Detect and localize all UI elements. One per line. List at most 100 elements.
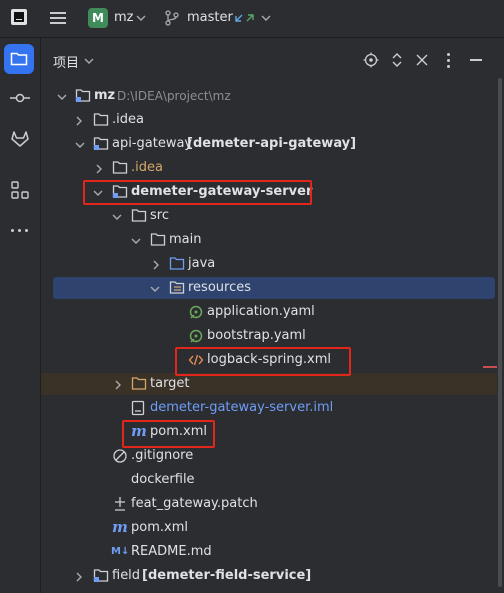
spring-leaf-icon (189, 305, 203, 319)
tree-label: java (188, 256, 216, 271)
folder-icon (112, 161, 128, 174)
tree-row-iml[interactable]: demeter-gateway-server.iml (41, 396, 504, 420)
chevron-right-icon[interactable] (114, 380, 122, 390)
project-badge: M (88, 8, 108, 28)
tree-label: application.yaml (207, 304, 315, 319)
maven-icon: m (112, 518, 128, 536)
module-folder-icon (93, 569, 109, 582)
branch-name: master (187, 10, 233, 25)
tree-label: .gitignore (131, 448, 194, 463)
chevron-down-icon[interactable] (75, 141, 85, 149)
tree-module-name: [demeter-api-gateway] (187, 136, 357, 151)
folder-icon (150, 233, 166, 246)
options-icon[interactable] (447, 53, 451, 69)
branch-switcher[interactable]: master (165, 7, 275, 29)
annotation-box-gateway-server (83, 180, 312, 205)
excluded-folder-icon (131, 377, 147, 390)
tree-row-root-pom[interactable]: m pom.xml (41, 516, 504, 540)
resources-folder-icon (169, 281, 185, 294)
tree-label: resources (188, 280, 252, 295)
annotation-box-logback (175, 347, 351, 376)
markdown-icon: M↓ (111, 546, 130, 557)
source-folder-icon (169, 257, 185, 270)
tree-row-field[interactable]: field [demeter-field-service] (41, 564, 504, 588)
gitlab-icon[interactable] (10, 130, 30, 148)
tree-label: field (112, 568, 141, 583)
tree-row-idea-nested[interactable]: .idea (41, 156, 504, 180)
tree-label: target (150, 376, 190, 391)
folder-icon (93, 113, 109, 126)
incoming-changes-icon (235, 14, 243, 22)
tree-row-gitignore[interactable]: .gitignore (41, 444, 504, 468)
chevron-down-icon (261, 15, 271, 21)
tree-row-application-yaml[interactable]: application.yaml (41, 300, 504, 324)
tree-label: demeter-gateway-server.iml (150, 400, 334, 415)
tree-label: src (150, 208, 169, 223)
folder-icon (131, 209, 147, 222)
intellij-logo-icon[interactable] (11, 9, 27, 25)
tree-row-idea[interactable]: .idea (41, 108, 504, 132)
spring-leaf-icon (189, 329, 203, 343)
tree-row-patch[interactable]: feat_gateway.patch (41, 492, 504, 516)
tree-row-src[interactable]: src (41, 204, 504, 228)
row-highlight (41, 373, 497, 395)
git-branch-icon (165, 10, 179, 26)
tree-path: D:\IDEA\project\mz (117, 89, 231, 103)
expand-collapse-icon[interactable] (391, 52, 403, 68)
scroll-marker (483, 366, 497, 368)
chevron-down-icon[interactable] (112, 213, 122, 221)
hamburger-menu-icon[interactable] (50, 11, 66, 25)
tool-window-strip (0, 38, 41, 593)
project-tool-button[interactable] (4, 44, 34, 74)
tree-label: .idea (112, 112, 144, 127)
panel-header: 项目 (41, 38, 504, 82)
project-panel: 项目 mz D:\IDEA\project\mz .idea api-gatew… (41, 38, 504, 593)
tree-row-dockerfile[interactable]: dockerfile (41, 468, 504, 492)
structure-icon[interactable] (11, 181, 29, 199)
locate-icon[interactable] (363, 52, 379, 68)
module-folder-icon (93, 137, 109, 150)
tree-label: bootstrap.yaml (207, 328, 306, 343)
tree-module-name: [demeter-field-service] (142, 568, 312, 583)
chevron-down-icon[interactable] (150, 285, 160, 293)
tree-label: main (169, 232, 202, 247)
close-icon[interactable] (416, 54, 428, 66)
project-name: mz (114, 10, 134, 25)
annotation-box-pom (122, 420, 215, 448)
outgoing-changes-icon (246, 14, 254, 22)
tree-row-root[interactable]: mz D:\IDEA\project\mz (41, 84, 504, 108)
chevron-right-icon[interactable] (75, 116, 83, 126)
more-icon[interactable] (10, 229, 30, 233)
selection-highlight (53, 277, 495, 299)
tree-label: README.md (131, 544, 212, 559)
panel-title[interactable]: 项目 (53, 52, 79, 71)
project-switcher[interactable]: M mz (88, 7, 148, 29)
commit-icon[interactable] (10, 92, 30, 104)
tree-row-main[interactable]: main (41, 228, 504, 252)
tree-label: pom.xml (131, 520, 188, 535)
chevron-right-icon[interactable] (75, 572, 83, 582)
chevron-right-icon[interactable] (152, 260, 160, 270)
title-bar: M mz master (0, 0, 504, 38)
ignore-file-icon (113, 449, 127, 463)
chevron-down-icon[interactable] (84, 57, 94, 65)
minimize-icon[interactable] (470, 59, 482, 61)
iml-file-icon (131, 400, 145, 416)
tree-row-resources[interactable]: resources (41, 276, 504, 300)
chevron-down-icon[interactable] (131, 237, 141, 245)
patch-file-icon (115, 497, 125, 511)
chevron-right-icon[interactable] (95, 164, 103, 174)
tree-label: dockerfile (131, 472, 195, 487)
tree-row-readme[interactable]: M↓ README.md (41, 540, 504, 564)
tree-label: feat_gateway.patch (131, 496, 258, 511)
tree-label: api-gateway (112, 136, 193, 151)
chevron-down-icon (136, 15, 146, 21)
tree-row-api-gateway[interactable]: api-gateway [demeter-api-gateway] (41, 132, 504, 156)
tree-row-bootstrap-yaml[interactable]: bootstrap.yaml (41, 324, 504, 348)
module-folder-icon (75, 89, 91, 102)
tree-label: .idea (131, 160, 163, 175)
tree-row-module-pom[interactable]: m pom.xml (41, 420, 504, 444)
tree-label: mz (94, 88, 116, 103)
tree-row-java[interactable]: java (41, 252, 504, 276)
chevron-down-icon[interactable] (57, 93, 67, 101)
